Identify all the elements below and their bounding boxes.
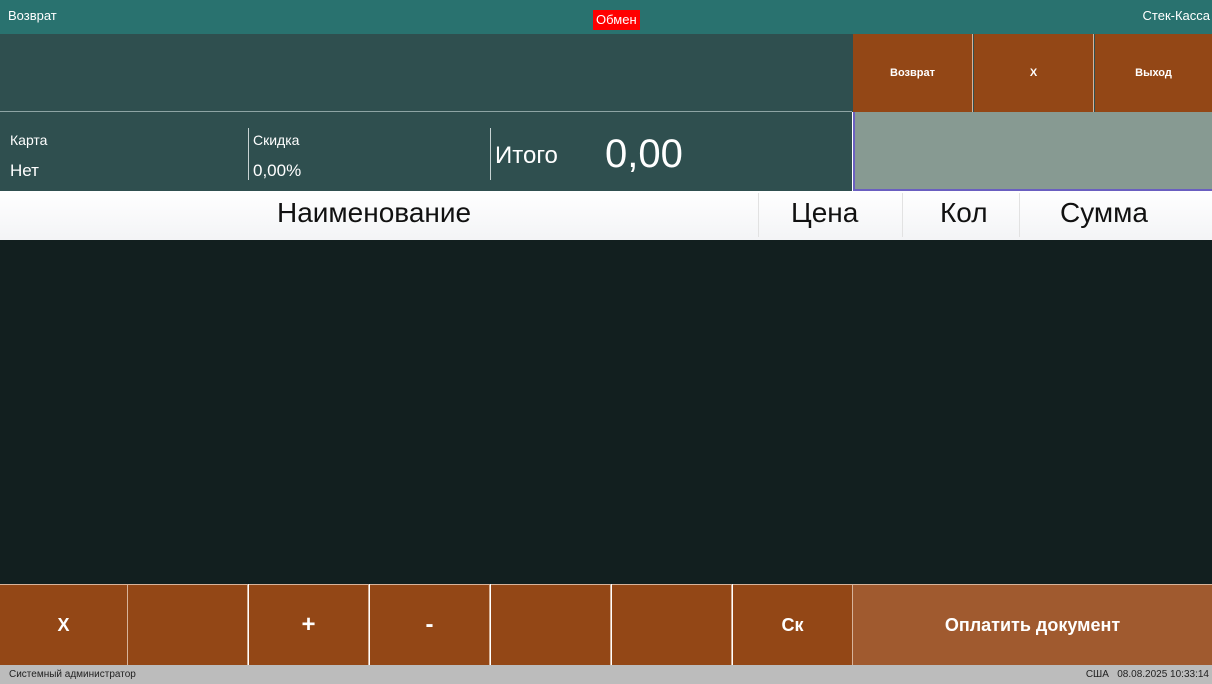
card-value: Нет	[10, 161, 39, 180]
minus-button[interactable]: -	[370, 584, 490, 665]
app-title: Стек-Касса	[1142, 8, 1210, 23]
pay-document-button[interactable]: Оплатить документ	[853, 584, 1212, 665]
column-header-sum[interactable]: Сумма	[1060, 197, 1148, 229]
card-label: Карта	[10, 132, 48, 148]
empty-button-6[interactable]	[612, 584, 732, 665]
total-block: Итого 0,00	[490, 128, 852, 180]
total-value: 0,00	[605, 132, 683, 176]
column-header-name[interactable]: Наименование	[277, 197, 471, 229]
exit-button[interactable]: Выход	[1095, 34, 1212, 112]
mode-label: Возврат	[8, 8, 57, 23]
datetime: 08.08.2025 10:33:14	[1117, 669, 1209, 680]
discount-block: Скидка 0,00%	[248, 128, 490, 180]
top-panel: Возврат X Выход	[0, 34, 1212, 112]
status-right: США 08.08.2025 10:33:14	[1086, 669, 1209, 680]
locale-indicator: США	[1085, 669, 1109, 680]
column-divider	[758, 193, 759, 237]
status-bar: Системный администратор США 08.08.2025 1…	[0, 665, 1212, 684]
exchange-indicator: Обмен	[593, 10, 640, 30]
plus-button[interactable]: +	[249, 584, 369, 665]
total-label: Итого	[495, 142, 558, 169]
discount-value: 0,00%	[253, 161, 302, 180]
empty-button-5[interactable]	[491, 584, 611, 665]
user-name: Системный администратор	[9, 669, 136, 680]
column-divider	[1019, 193, 1020, 237]
card-block: Карта Нет	[0, 112, 248, 191]
display-box[interactable]	[853, 112, 1212, 191]
cancel-x-button[interactable]: X	[0, 584, 128, 665]
scan-input-area[interactable]	[0, 34, 852, 112]
column-header-qty[interactable]: Кол	[940, 197, 988, 229]
discount-button[interactable]: Ск	[733, 584, 853, 665]
return-button[interactable]: Возврат	[853, 34, 973, 112]
title-bar: Возврат Обмен Стек-Касса	[0, 0, 1212, 34]
grid-header: Наименование Цена Кол Сумма	[0, 191, 1212, 240]
x-button[interactable]: X	[974, 34, 1094, 112]
empty-button-2[interactable]	[128, 584, 248, 665]
column-header-price[interactable]: Цена	[791, 197, 858, 229]
column-divider	[902, 193, 903, 237]
bottom-toolbar: X + - Ск Оплатить документ	[0, 584, 1212, 665]
info-panel: Карта Нет Скидка 0,00% Итого 0,00	[0, 112, 852, 191]
discount-label: Скидка	[253, 132, 300, 148]
items-grid[interactable]	[0, 240, 1212, 584]
